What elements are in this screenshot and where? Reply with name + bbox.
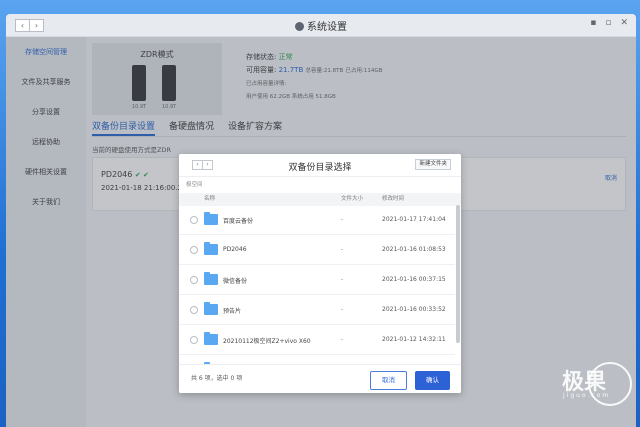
folder-size: -	[341, 276, 344, 283]
folder-icon	[204, 302, 218, 315]
folder-row[interactable]: 百度云备份 - 2021-01-17 17:41:04	[179, 205, 455, 235]
new-folder-button[interactable]: 新建文件夹	[415, 159, 451, 170]
radio-button[interactable]	[190, 336, 198, 344]
confirm-button[interactable]: 确认	[415, 371, 450, 390]
folder-row[interactable]: 20210112极空间Z2+vivo X60 - 2021-01-12 14:3…	[179, 325, 455, 355]
folder-row[interactable]: 微信备份 - 2021-01-16 00:37:15	[179, 265, 455, 295]
folder-size: -	[341, 336, 344, 343]
folder-mtime: 2021-01-17 17:41:04	[382, 216, 446, 223]
folder-mtime: 2021-01-16 00:33:52	[382, 306, 446, 313]
dialog-footer: 共 6 项，选中 0 项 取消 确认	[179, 364, 461, 393]
folder-mtime: 2021-01-16 01:08:53	[382, 246, 446, 253]
folder-size: -	[341, 306, 344, 313]
folder-icon	[204, 272, 218, 285]
folder-mtime: 2021-01-16 00:37:15	[382, 276, 446, 283]
dialog-header: ‹ › 双备份目录选择 新建文件夹	[179, 154, 461, 177]
watermark-sub: jiguo.com	[563, 392, 611, 399]
folder-size: -	[341, 216, 344, 223]
window-controls: ▪ ▫ ✕	[590, 18, 628, 28]
folder-list: 百度云备份 - 2021-01-17 17:41:04 PD2046 - 202…	[179, 205, 455, 365]
folder-icon	[204, 332, 218, 345]
window-title: 系统设置	[6, 18, 636, 33]
minimize-button[interactable]: ▪	[590, 18, 596, 28]
folder-icon	[204, 212, 218, 225]
folder-row[interactable]: PD2046 - 2021-01-16 01:08:53	[179, 235, 455, 265]
close-button[interactable]: ✕	[620, 18, 628, 28]
backup-folder-dialog: ‹ › 双备份目录选择 新建文件夹 极空间 名称 文件大小 修改时间 百度云备份…	[179, 154, 461, 393]
folder-name: PD2046	[223, 246, 247, 253]
folder-row[interactable]: 预告片 - 2021-01-16 00:33:52	[179, 295, 455, 325]
radio-button[interactable]	[190, 246, 198, 254]
radio-button[interactable]	[190, 216, 198, 224]
radio-button[interactable]	[190, 276, 198, 284]
folder-size: -	[341, 246, 344, 253]
sidebar-overlay	[6, 37, 86, 427]
folder-name: 预告片	[223, 308, 242, 315]
folder-name: 微信备份	[223, 278, 248, 285]
folder-icon	[204, 242, 218, 255]
window-titlebar: ‹ › 系统设置 ▪ ▫ ✕	[6, 14, 636, 37]
folder-name: 20210112极空间Z2+vivo X60	[223, 338, 311, 345]
settings-app-icon	[295, 22, 304, 31]
scrollbar[interactable]	[456, 205, 460, 343]
selection-count: 共 6 项，选中 0 项	[191, 375, 243, 382]
breadcrumb[interactable]: 极空间	[179, 177, 461, 193]
maximize-button[interactable]: ▫	[605, 18, 611, 28]
folder-name: 百度云备份	[223, 218, 254, 225]
window-title-text: 系统设置	[307, 22, 347, 33]
radio-button[interactable]	[190, 306, 198, 314]
cancel-button[interactable]: 取消	[370, 371, 407, 390]
folder-mtime: 2021-01-12 14:32:11	[382, 336, 446, 343]
